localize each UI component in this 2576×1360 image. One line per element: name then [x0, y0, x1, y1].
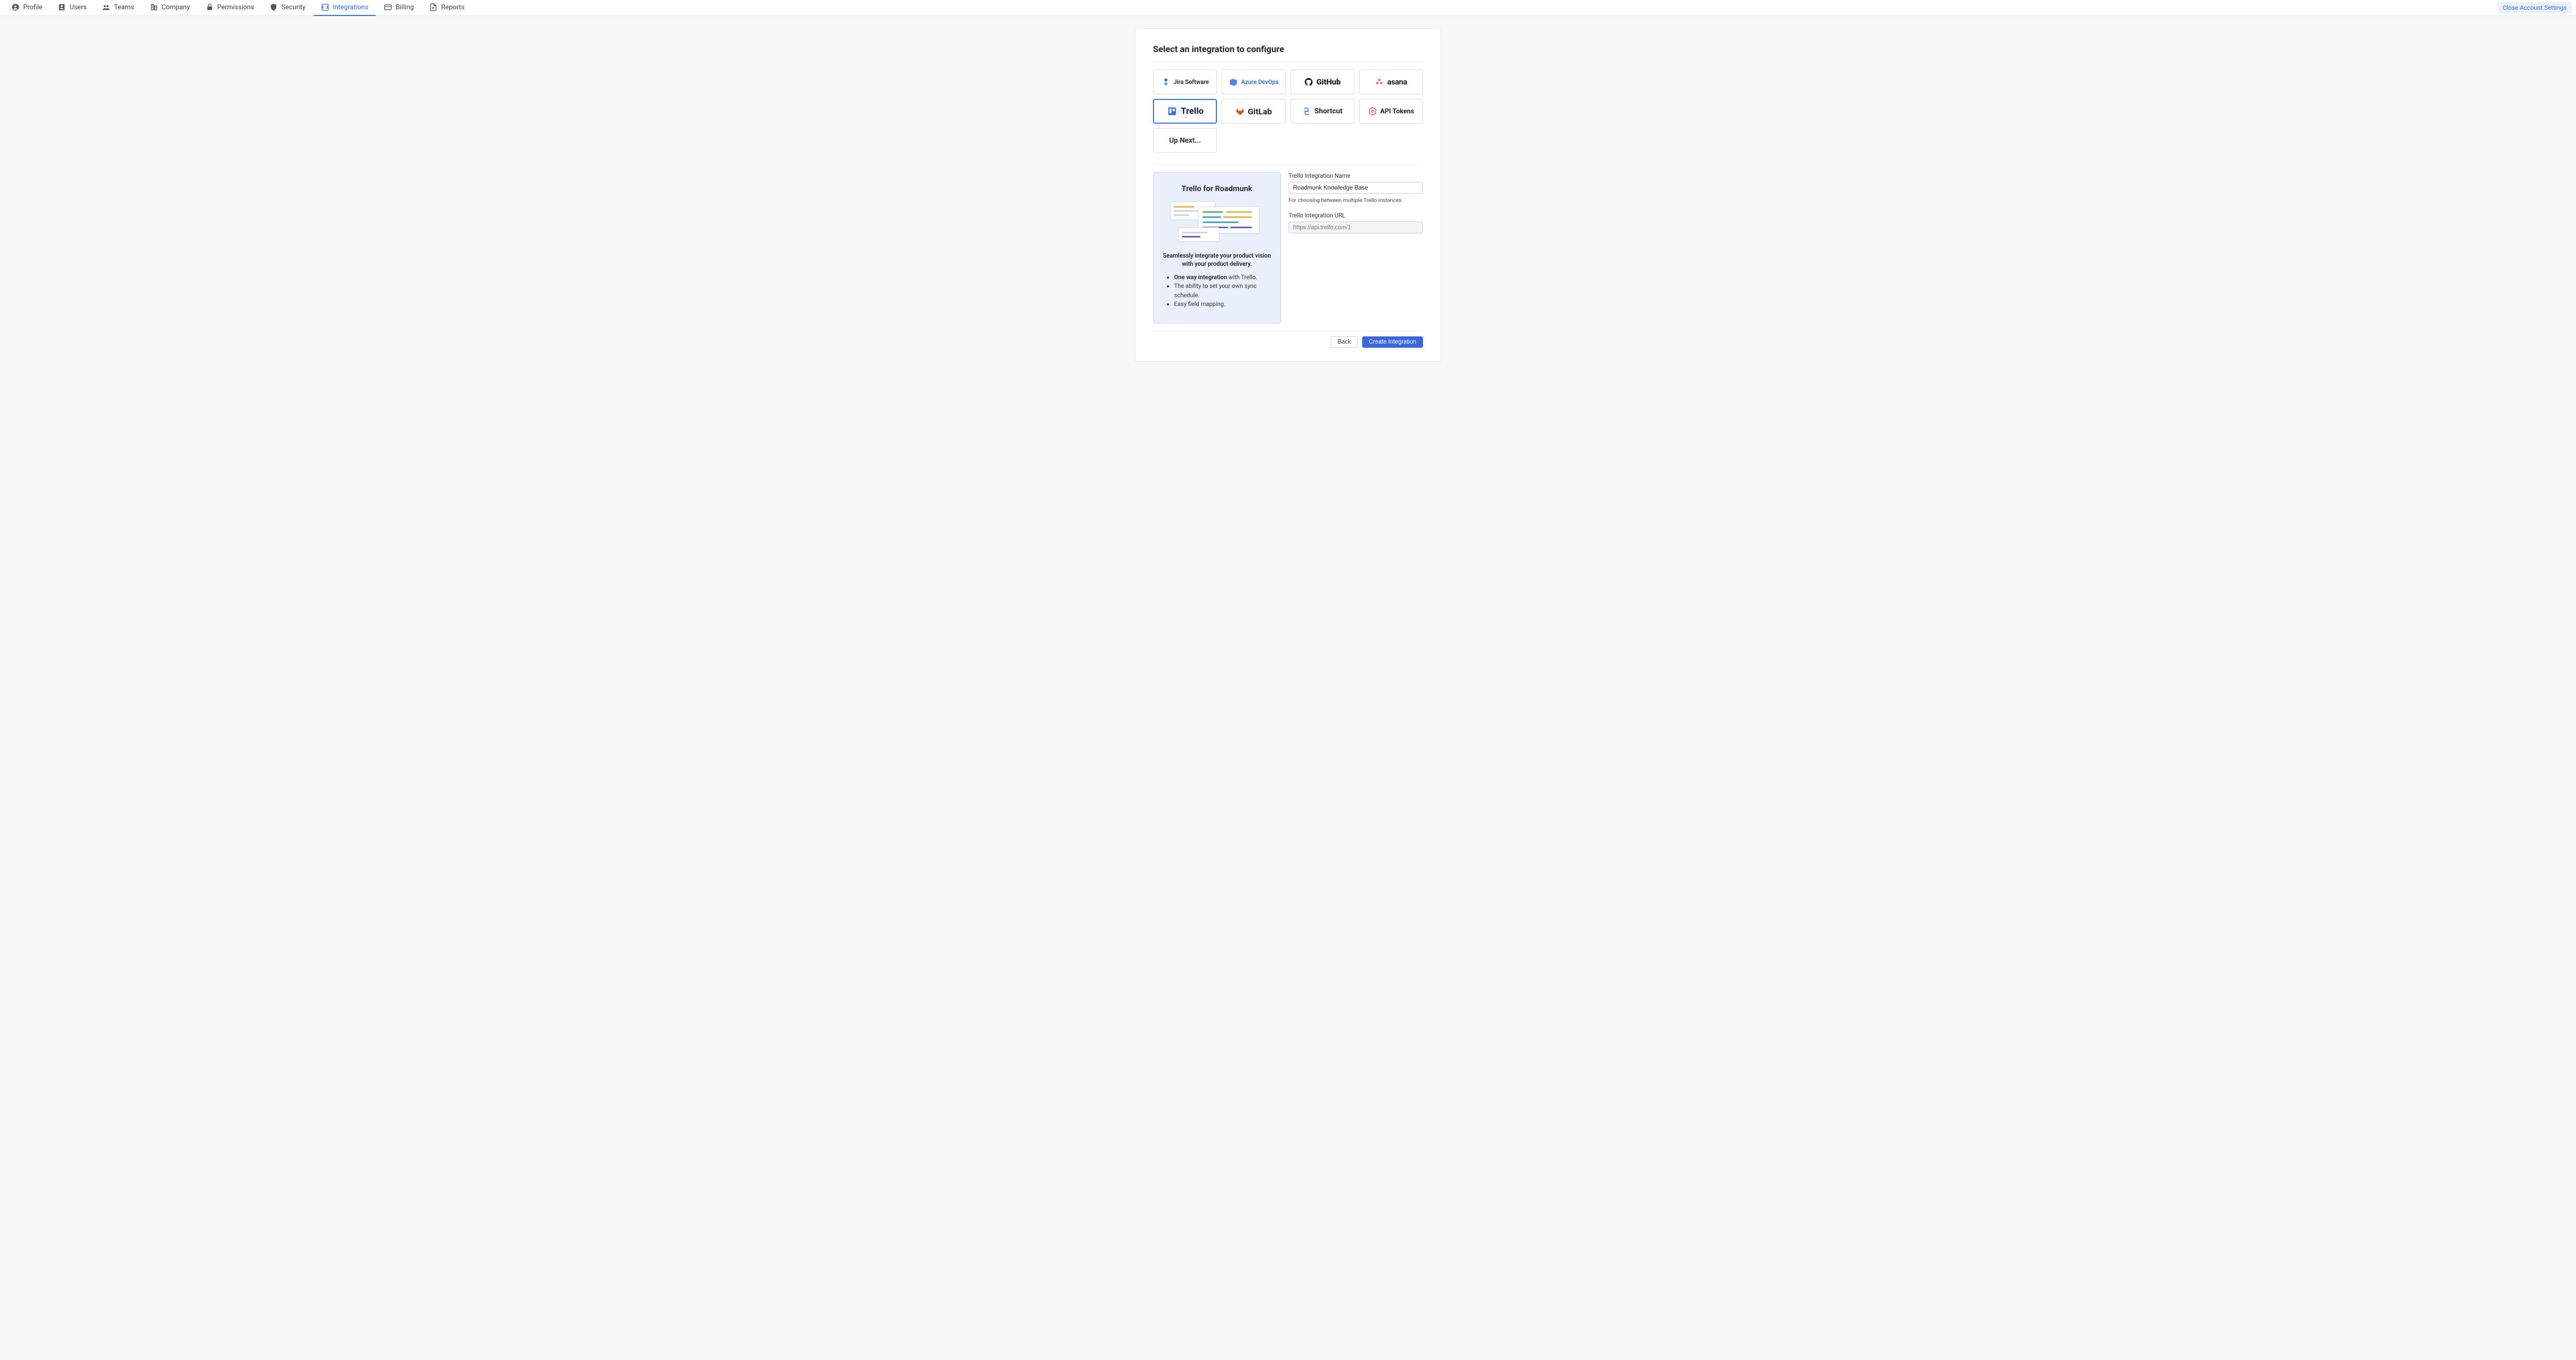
tile-label: Up Next...	[1169, 137, 1201, 145]
integration-form: Trello Integration Name For choosing bet…	[1281, 172, 1423, 324]
url-label: Trello Integration URL	[1289, 212, 1423, 219]
gitlab-icon	[1235, 107, 1245, 116]
shortcut-icon	[1302, 107, 1311, 116]
integration-url-input	[1289, 222, 1423, 233]
users-icon	[58, 3, 66, 11]
nav-tab-reports[interactable]: Reports	[422, 0, 471, 16]
nav-tab-users[interactable]: Users	[50, 0, 94, 16]
nav-tab-label: Security	[281, 4, 306, 11]
tile-jira-software[interactable]: Jira Software	[1153, 70, 1217, 94]
tile-label: GitHub	[1316, 77, 1341, 87]
nav-tab-profile[interactable]: Profile	[4, 0, 49, 16]
create-integration-button[interactable]: Create Integration	[1362, 336, 1423, 348]
nav-tab-teams[interactable]: Teams	[95, 0, 141, 16]
nav-tab-label: Reports	[441, 4, 464, 11]
tile-label: Shortcut	[1314, 107, 1342, 115]
nav-tab-label: Profile	[23, 4, 42, 11]
promo-tagline: Seamlessly integrate your product vision…	[1162, 252, 1272, 268]
integration-tiles-row-1: Jira Software Azure DevOps GitHub asana	[1153, 70, 1423, 94]
back-button[interactable]: Back	[1331, 336, 1358, 348]
integrations-card: Select an integration to configure Jira …	[1135, 28, 1441, 362]
nav-tab-company[interactable]: Company	[143, 0, 197, 16]
page-heading: Select an integration to configure	[1153, 44, 1423, 55]
tile-api-tokens[interactable]: API Tokens	[1359, 99, 1423, 124]
top-nav: Profile Users Teams Company Permissions	[0, 0, 2576, 16]
promo-title: Trello for Roadmunk	[1162, 184, 1272, 193]
integration-tiles-row-3: Up Next...	[1153, 128, 1423, 153]
nav-tabs: Profile Users Teams Company Permissions	[4, 0, 472, 16]
tile-label: asana	[1387, 77, 1407, 87]
form-actions: Back Create Integration	[1153, 336, 1423, 348]
nav-tab-label: Permissions	[217, 4, 255, 11]
tile-github[interactable]: GitHub	[1291, 70, 1354, 94]
github-icon	[1304, 77, 1313, 87]
tile-up-next[interactable]: Up Next...	[1153, 128, 1217, 153]
nav-tab-billing[interactable]: Billing	[377, 0, 421, 16]
bullet-rest: Easy field mapping.	[1174, 300, 1226, 308]
name-label: Trello Integration Name	[1289, 172, 1423, 179]
promo-bullet: Easy field mapping.	[1174, 300, 1272, 309]
jira-icon	[1161, 77, 1171, 87]
integrations-icon	[321, 3, 329, 11]
promo-illustration	[1168, 201, 1266, 243]
lock-icon	[206, 3, 214, 11]
tile-label: GitLab	[1248, 107, 1272, 116]
promo-card: Trello for Roadmunk Seamlessly integrate…	[1153, 172, 1281, 324]
api-tokens-icon	[1368, 107, 1377, 116]
nav-tab-label: Billing	[396, 4, 414, 11]
promo-bullets: One way integration with Trello. The abi…	[1162, 273, 1272, 309]
tile-asana[interactable]: asana	[1359, 70, 1423, 94]
nav-tab-label: Users	[70, 4, 87, 11]
button-label: Create Integration	[1369, 339, 1416, 345]
promo-bullet: The ability to set your own sync schedul…	[1174, 282, 1272, 300]
bullet-bold: One way integration	[1174, 274, 1227, 281]
profile-icon	[11, 3, 20, 11]
config-area: Trello for Roadmunk Seamlessly integrate…	[1153, 172, 1423, 324]
close-account-settings-button[interactable]: Close Account Settings	[2498, 2, 2572, 13]
divider	[1153, 164, 1423, 165]
promo-bullet: One way integration with Trello.	[1174, 273, 1272, 282]
tile-label: Azure DevOps	[1241, 78, 1279, 86]
bullet-rest: with Trello.	[1227, 274, 1258, 281]
close-settings-label: Close Account Settings	[2503, 4, 2567, 11]
tile-shortcut[interactable]: Shortcut	[1291, 99, 1354, 124]
button-label: Back	[1337, 339, 1351, 345]
integration-name-input[interactable]	[1289, 182, 1423, 194]
company-icon	[150, 3, 158, 11]
nav-tab-label: Company	[162, 4, 190, 11]
tile-label: Jira Software	[1174, 78, 1209, 86]
nav-tab-permissions[interactable]: Permissions	[198, 0, 262, 16]
promo-panel: Trello for Roadmunk Seamlessly integrate…	[1153, 172, 1281, 324]
nav-tab-label: Teams	[114, 4, 134, 11]
bullet-rest: The ability to set your own sync schedul…	[1174, 282, 1257, 298]
tile-trello[interactable]: Trello	[1153, 99, 1217, 124]
page-body: Select an integration to configure Jira …	[0, 16, 2576, 382]
integration-tiles-row-2: Trello GitLab Shortcut API Tokens	[1153, 99, 1423, 124]
trello-icon	[1166, 106, 1178, 117]
tile-azure-devops[interactable]: Azure DevOps	[1222, 70, 1285, 94]
nav-tab-integrations[interactable]: Integrations	[314, 0, 376, 16]
asana-icon	[1375, 77, 1384, 87]
tile-label: Trello	[1181, 106, 1204, 116]
nav-tab-security[interactable]: Security	[262, 0, 313, 16]
tile-gitlab[interactable]: GitLab	[1222, 99, 1285, 124]
name-help-text: For choosing between multiple Trello ins…	[1289, 197, 1423, 203]
azure-devops-icon	[1229, 77, 1238, 87]
credit-card-icon	[384, 3, 392, 11]
teams-icon	[102, 3, 110, 11]
shield-icon	[269, 3, 278, 11]
tile-label: API Tokens	[1380, 108, 1414, 115]
nav-tab-label: Integrations	[333, 4, 368, 11]
reports-icon	[429, 3, 437, 11]
